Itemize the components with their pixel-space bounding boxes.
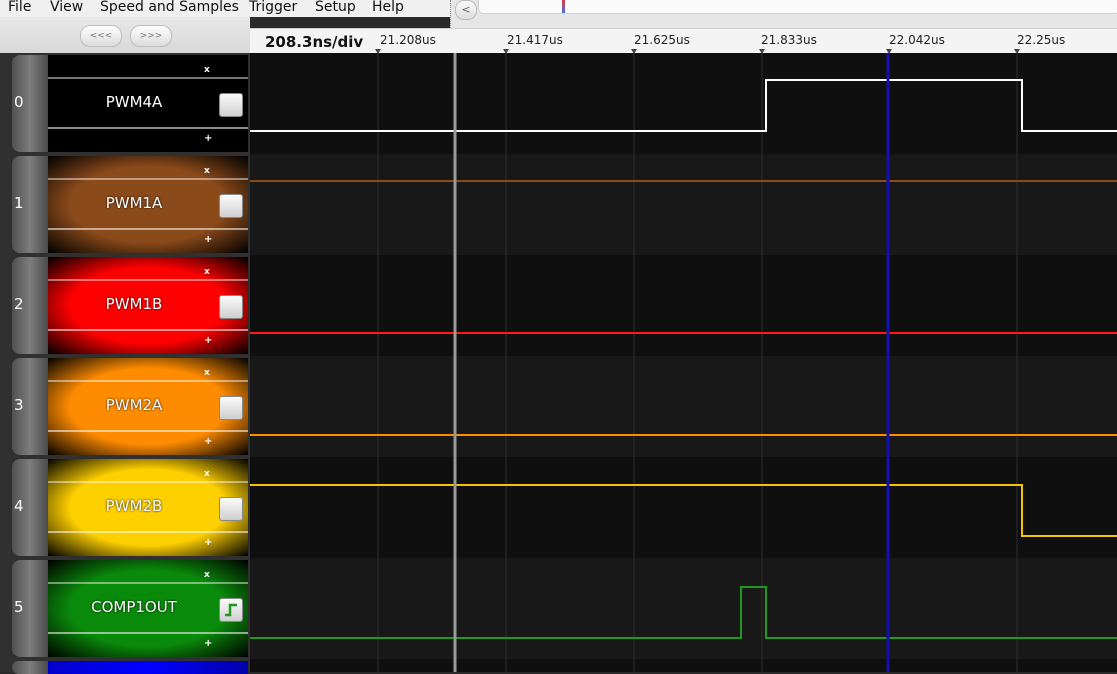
trigger-checkbox[interactable]: [219, 598, 243, 622]
lane-background: [250, 659, 1117, 672]
channel-separator: [48, 127, 248, 129]
trigger-checkbox[interactable]: [219, 194, 243, 218]
menu-speed[interactable]: Speed and Samples: [100, 0, 239, 16]
plus-icon[interactable]: +: [204, 335, 212, 346]
channel-separator: [48, 632, 248, 634]
time-resolution: 208.3ns/div: [265, 33, 364, 51]
tick-label: 21.417us: [507, 33, 563, 47]
channel-number: 2: [14, 295, 24, 313]
scroll-position-marker[interactable]: [562, 0, 565, 13]
tick-label: 21.833us: [761, 33, 817, 47]
trigger-checkbox[interactable]: [219, 93, 243, 117]
plus-icon[interactable]: +: [204, 133, 212, 144]
channel-separator: [48, 228, 248, 230]
menu-bar: File View Speed and Samples Trigger Setu…: [0, 0, 450, 17]
plus-icon[interactable]: +: [204, 436, 212, 447]
trigger-checkbox[interactable]: [219, 396, 243, 420]
channel-label-panel[interactable]: x PWM2A +: [48, 358, 248, 455]
menu-trigger[interactable]: Trigger: [249, 0, 297, 16]
channel-number: 3: [14, 396, 24, 414]
channel-number: 1: [14, 194, 24, 212]
lane-background: [250, 356, 1117, 457]
lane-background: [250, 53, 1117, 154]
plus-icon[interactable]: +: [204, 234, 212, 245]
channel-row: 3 x PWM2A +: [0, 356, 250, 457]
menu-setup[interactable]: Setup: [315, 0, 356, 16]
channel-label-panel[interactable]: x COMP1OUT +: [48, 560, 248, 657]
channel-label-panel[interactable]: x PWM1B +: [48, 257, 248, 354]
close-icon[interactable]: x: [204, 368, 210, 378]
scroll-forward-button[interactable]: >>>: [130, 25, 172, 47]
channel-row-partial: [0, 659, 250, 674]
channel-name: PWM2A: [105, 396, 163, 414]
channel-separator: [48, 329, 248, 331]
channel-number: 5: [14, 598, 24, 616]
channel-name: PWM1A: [105, 194, 163, 212]
plus-icon[interactable]: +: [204, 537, 212, 548]
lane-background: [250, 558, 1117, 659]
tick-label: 21.208us: [380, 33, 436, 47]
close-icon[interactable]: x: [204, 166, 210, 176]
rising-edge-icon: [225, 603, 237, 617]
lane-background: [250, 154, 1117, 255]
channel-row: 4 x PWM2B +: [0, 457, 250, 558]
channel-name: PWM2B: [105, 497, 163, 515]
close-icon[interactable]: x: [204, 65, 210, 75]
lane-background: [250, 457, 1117, 558]
channel-glow-line: [48, 380, 248, 382]
channel-row: 2 x PWM1B +: [0, 255, 250, 356]
channel-glow-line: [48, 481, 248, 483]
tick-label: 22.042us: [889, 33, 945, 47]
channel-row: 1 x PWM1A +: [0, 154, 250, 255]
channel-row: 0 x PWM4A +: [0, 53, 250, 154]
channel-label-panel[interactable]: x PWM1A +: [48, 156, 248, 253]
channel-name: PWM4A: [105, 93, 163, 111]
lane-background: [250, 255, 1117, 356]
tick-label: 22.25us: [1017, 33, 1066, 47]
channel-label-panel[interactable]: x PWM2B +: [48, 459, 248, 556]
channel-glow-line: [48, 77, 248, 79]
scroll-back-button[interactable]: <<<: [80, 25, 122, 47]
close-icon[interactable]: x: [204, 469, 210, 479]
menu-view[interactable]: View: [50, 0, 83, 16]
channel-separator: [48, 430, 248, 432]
menu-file[interactable]: File: [8, 0, 31, 16]
channel-label-panel[interactable]: x PWM4A +: [48, 55, 248, 152]
tick-label: 21.625us: [634, 33, 690, 47]
close-icon[interactable]: x: [204, 570, 210, 580]
channel-separator: [48, 531, 248, 533]
toolbar: <<< >>>: [0, 17, 250, 53]
channel-glow-line: [48, 279, 248, 281]
channel-label-panel[interactable]: [48, 661, 248, 674]
scroll-left-button[interactable]: <: [455, 0, 477, 20]
trigger-checkbox[interactable]: [219, 497, 243, 521]
menu-help[interactable]: Help: [372, 0, 404, 16]
channel-row: 5 x COMP1OUT +: [0, 558, 250, 659]
plus-icon[interactable]: +: [204, 638, 212, 649]
time-ruler: 208.3ns/div 21.208us 21.417us 21.625us 2…: [250, 28, 1117, 54]
channel-number: 0: [14, 93, 24, 111]
channel-glow-line: [48, 582, 248, 584]
time-scrollbar[interactable]: [478, 0, 1117, 14]
channel-name: PWM1B: [105, 295, 163, 313]
channel-glow-line: [48, 178, 248, 180]
trigger-checkbox[interactable]: [219, 295, 243, 319]
channel-number: 4: [14, 497, 24, 515]
channel-name: COMP1OUT: [91, 598, 177, 616]
channel-grip[interactable]: [12, 661, 48, 674]
waveform-display[interactable]: [250, 53, 1117, 672]
close-icon[interactable]: x: [204, 267, 210, 277]
